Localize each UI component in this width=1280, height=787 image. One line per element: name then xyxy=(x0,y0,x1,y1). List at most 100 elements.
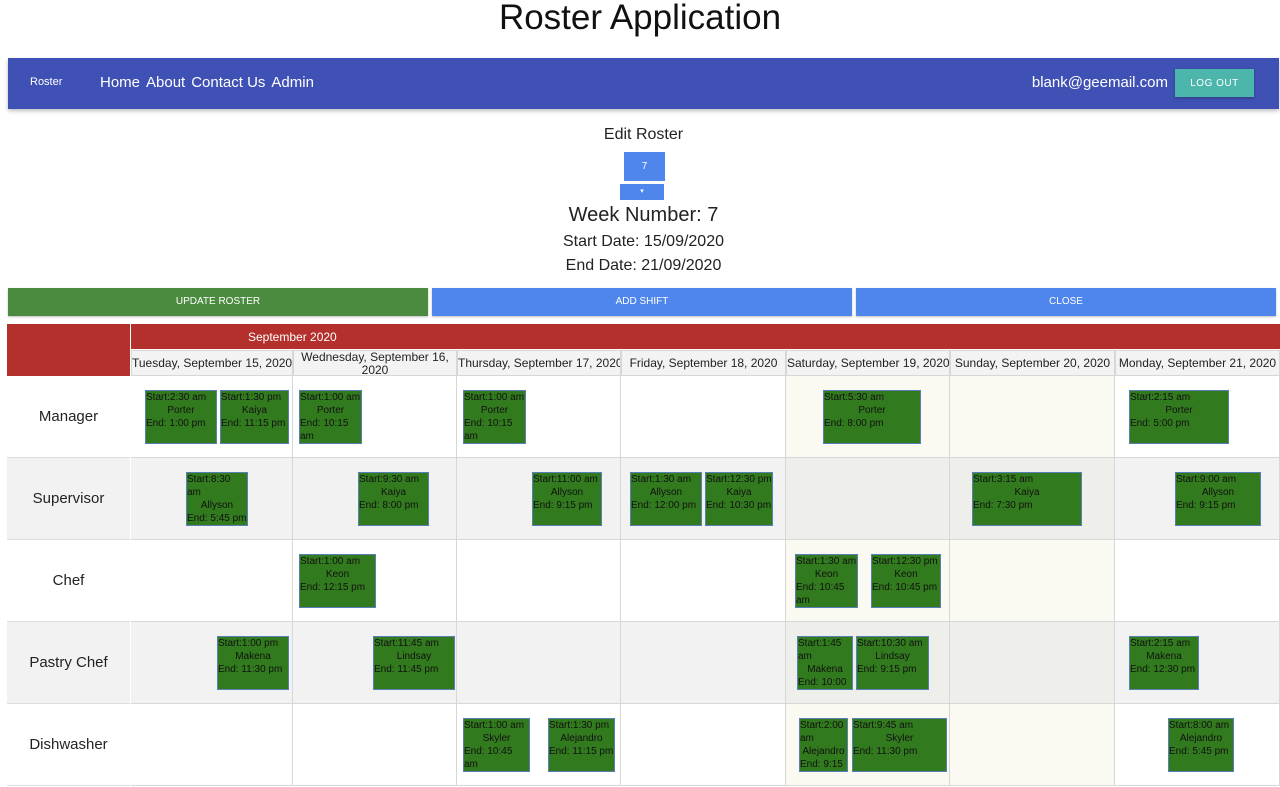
shift-card[interactable]: Start:1:00 pm Makena End: 11:30 pm xyxy=(217,636,289,690)
day-header-sun: Sunday, September 20, 2020 xyxy=(950,350,1115,376)
shift-card[interactable]: Start:8:00 am Alejandro End: 5:45 pm xyxy=(1168,718,1234,772)
roster-cell[interactable] xyxy=(621,704,786,786)
day-header-mon: Monday, September 21, 2020 xyxy=(1115,350,1280,376)
nav-link-contact[interactable]: Contact Us xyxy=(191,74,265,91)
roster-cell[interactable] xyxy=(950,540,1115,622)
update-roster-button[interactable]: UPDATE ROSTER xyxy=(8,288,428,316)
logout-button[interactable]: LOG OUT xyxy=(1175,69,1254,97)
shift-employee: Makena xyxy=(235,651,271,662)
shift-employee: Kaiya xyxy=(241,405,267,416)
shift-card[interactable]: Start:1:30 pm Kaiya End: 11:15 pm xyxy=(220,390,289,444)
day-header-fri: Friday, September 18, 2020 xyxy=(621,350,786,376)
shift-card[interactable]: Start:8:30 am Allyson End: 5:45 pm xyxy=(186,472,248,526)
shift-card[interactable]: Start:1:45 am Makena End: 10:00 xyxy=(797,636,853,690)
shift-start: Start:5:30 am xyxy=(824,392,885,403)
roster-cell[interactable] xyxy=(1115,540,1280,622)
shift-card[interactable]: Start:12:30 pm Keon End: 10:45 pm xyxy=(871,554,941,608)
shift-card[interactable]: Start:5:30 am Porter End: 8:00 pm xyxy=(823,390,921,444)
roster-cell[interactable] xyxy=(457,540,621,622)
roster-cell[interactable] xyxy=(457,622,621,704)
week-dropdown-button[interactable]: ▾ xyxy=(620,184,664,200)
week-select[interactable]: 7 xyxy=(624,152,665,181)
user-email: blank@geemail.com xyxy=(1031,74,1168,91)
role-label-manager: Manager xyxy=(7,376,130,458)
shift-start: Start:11:45 am xyxy=(374,638,439,649)
shift-card[interactable]: Start:2:15 am Porter End: 5:00 pm xyxy=(1129,390,1229,444)
shift-start: Start:9:30 am xyxy=(359,474,420,485)
shift-card[interactable]: Start:2:15 am Makena End: 12:30 pm xyxy=(1129,636,1199,690)
shift-card[interactable]: Start:2:00 am Alejandro End: 9:15 xyxy=(799,718,848,772)
shift-start: Start:11:00 am xyxy=(533,474,598,485)
shift-card[interactable]: Start:10:30 am Lindsay End: 9:15 pm xyxy=(856,636,929,690)
shift-start: Start:1:30 am xyxy=(796,556,857,567)
roster-cell[interactable] xyxy=(786,458,950,540)
shift-employee: Kaiya xyxy=(726,487,752,498)
shift-end: End: 11:30 pm xyxy=(853,746,918,757)
shift-card[interactable]: Start:1:30 pm Alejandro End: 11:15 pm xyxy=(548,718,615,772)
roster-cell[interactable] xyxy=(293,704,457,786)
shift-card[interactable]: Start:11:00 am Allyson End: 9:15 pm xyxy=(532,472,602,526)
shift-end: End: 7:30 pm xyxy=(973,500,1033,511)
shift-end: End: 11:30 pm xyxy=(218,664,283,675)
shift-employee: Lindsay xyxy=(396,651,432,662)
shift-end: End: 10:00 xyxy=(798,677,847,688)
shift-start: Start:9:00 am xyxy=(1176,474,1237,485)
shift-employee: Skyler xyxy=(885,733,914,744)
top-navbar: Roster Home About Contact Us Admin blank… xyxy=(8,58,1279,109)
roster-cell[interactable] xyxy=(950,704,1115,786)
day-header-thu: Thursday, September 17, 2020 xyxy=(457,350,621,376)
roster-grid: September 2020 Tuesday, September 15, 20… xyxy=(7,324,1280,787)
caret-down-icon: ▾ xyxy=(640,188,644,195)
shift-card[interactable]: Start:1:30 am Allyson End: 12:00 pm xyxy=(630,472,702,526)
shift-employee: Allyson xyxy=(649,487,683,498)
nav-link-about[interactable]: About xyxy=(146,74,185,91)
shift-end: End: 1:00 pm xyxy=(146,418,206,429)
roster-cell[interactable] xyxy=(131,704,293,786)
shift-start: Start:1:00 am xyxy=(300,556,361,567)
shift-card[interactable]: Start:1:00 am Porter End: 10:15 am xyxy=(463,390,526,444)
roster-cell[interactable] xyxy=(131,540,293,622)
roster-cell[interactable] xyxy=(950,376,1115,458)
shift-card[interactable]: Start:1:00 am Keon End: 12:15 pm xyxy=(299,554,376,608)
role-label-chef: Chef xyxy=(7,540,130,622)
shift-start: Start:12:30 pm xyxy=(706,474,772,485)
nav-link-admin[interactable]: Admin xyxy=(271,74,314,91)
roster-cell[interactable] xyxy=(950,622,1115,704)
shift-employee: Alejandro xyxy=(1179,733,1223,744)
add-shift-button[interactable]: ADD SHIFT xyxy=(432,288,852,316)
start-date: Start Date: 15/09/2020 xyxy=(563,233,724,250)
brand-logo[interactable]: Roster xyxy=(30,76,62,88)
shift-start: Start:8:00 am xyxy=(1169,720,1230,731)
shift-card[interactable]: Start:2:30 am Porter End: 1:00 pm xyxy=(145,390,217,444)
shift-end: End: 11:45 pm xyxy=(374,664,439,675)
day-header-wed: Wednesday, September 16, 2020 xyxy=(293,350,457,376)
role-label-dishwasher: Dishwasher xyxy=(7,704,130,786)
shift-employee: Porter xyxy=(858,405,886,416)
roster-cell[interactable] xyxy=(621,540,786,622)
shift-card[interactable]: Start:12:30 pm Kaiya End: 10:30 pm xyxy=(705,472,773,526)
day-header-tue: Tuesday, September 15, 2020 xyxy=(131,350,293,376)
nav-link-home[interactable]: Home xyxy=(100,74,140,91)
shift-employee: Porter xyxy=(316,405,345,416)
shift-end: End: 10:15 am xyxy=(464,418,513,442)
shift-end: End: 12:15 pm xyxy=(300,582,366,593)
month-header: September 2020 xyxy=(131,324,1280,349)
shift-start: Start:1:00 am xyxy=(464,720,525,731)
shift-card[interactable]: Start:11:45 am Lindsay End: 11:45 pm xyxy=(373,636,455,690)
shift-card[interactable]: Start:9:45 am Skyler End: 11:30 pm xyxy=(852,718,947,772)
shift-employee: Allyson xyxy=(200,500,234,511)
shift-start: Start:1:00 am xyxy=(464,392,525,403)
shift-card[interactable]: Start:9:30 am Kaiya End: 8:00 pm xyxy=(358,472,429,526)
roster-cell[interactable] xyxy=(621,376,786,458)
page-title: Roster Application xyxy=(498,0,782,37)
shift-card[interactable]: Start:3:15 am Kaiya End: 7:30 pm xyxy=(972,472,1082,526)
shift-card[interactable]: Start:1:00 am Porter End: 10:15 am xyxy=(299,390,362,444)
shift-card[interactable]: Start:9:00 am Allyson End: 9:15 pm xyxy=(1175,472,1261,526)
shift-card[interactable]: Start:1:00 am Skyler End: 10:45 am xyxy=(463,718,530,772)
close-button[interactable]: CLOSE xyxy=(856,288,1276,316)
shift-card[interactable]: Start:1:30 am Keon End: 10:45 am xyxy=(795,554,858,608)
shift-start: Start:1:30 pm xyxy=(221,392,282,403)
shift-employee: Porter xyxy=(1165,405,1193,416)
roster-cell[interactable] xyxy=(621,622,786,704)
shift-start: Start:10:30 am xyxy=(857,638,923,649)
